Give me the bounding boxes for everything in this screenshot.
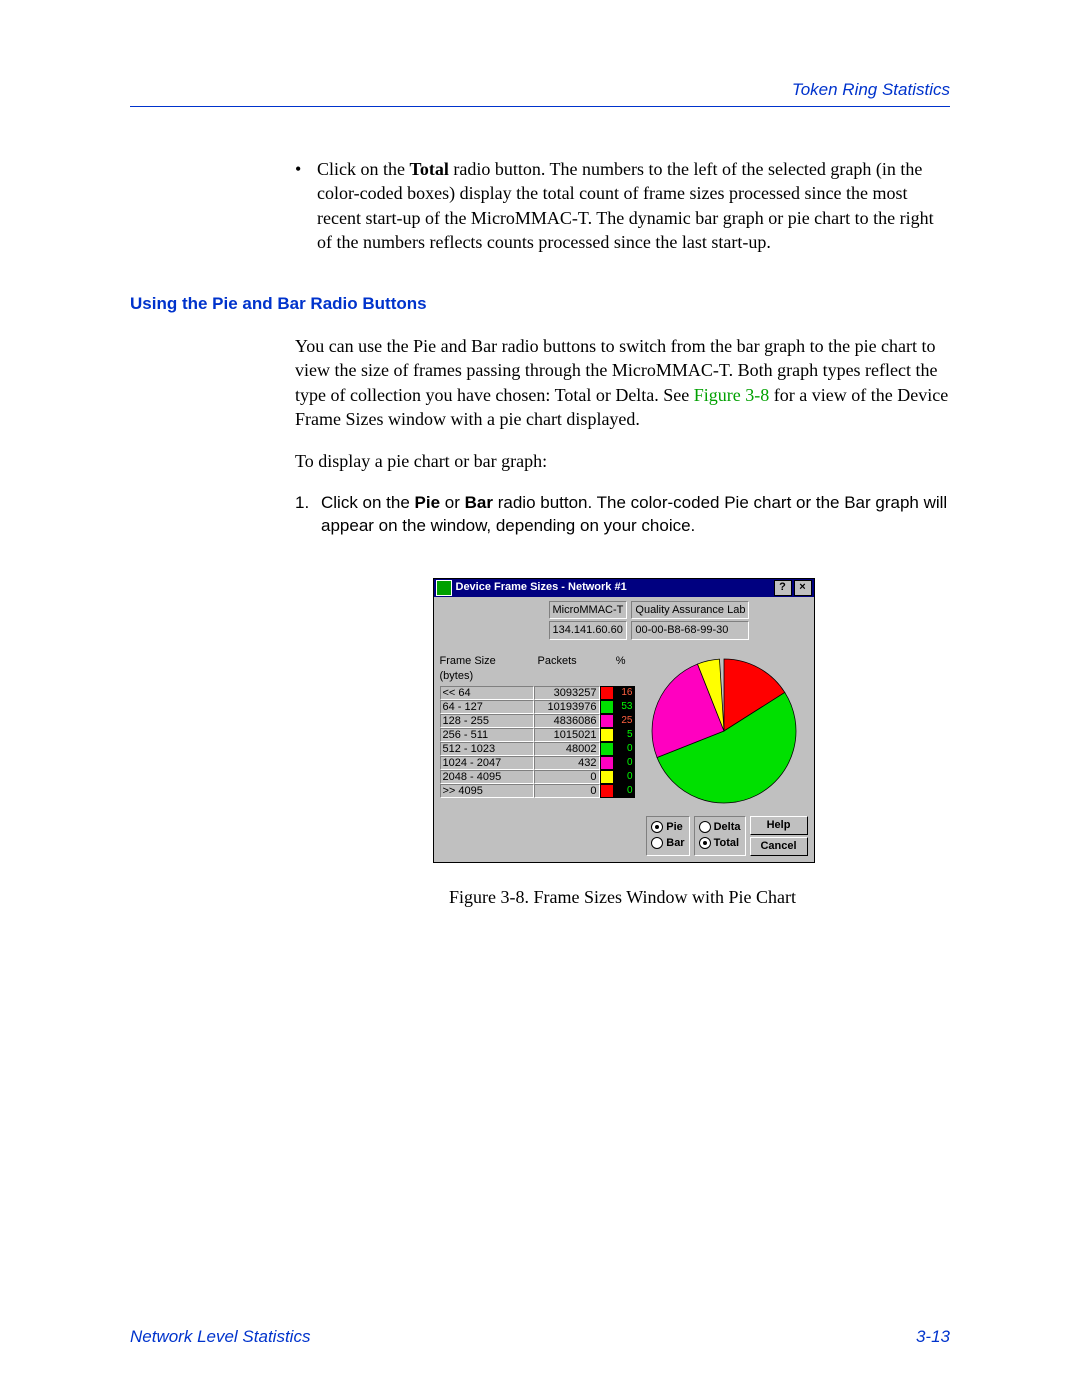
footer-right: 3-13	[916, 1327, 950, 1347]
color-swatch	[600, 756, 614, 770]
chart-type-group: Pie Bar	[646, 816, 689, 856]
paragraph: To display a pie chart or bar graph:	[295, 449, 950, 473]
table-row: 128 - 2554836086 25	[440, 714, 635, 728]
table-row: 2048 - 409500	[440, 770, 635, 784]
cell-percent: 16	[614, 686, 635, 700]
color-swatch	[600, 700, 614, 714]
bold: Bar	[465, 493, 493, 512]
col-header: %	[608, 654, 626, 684]
color-swatch	[600, 728, 614, 742]
page-header-section: Token Ring Statistics	[130, 80, 950, 100]
color-swatch	[600, 770, 614, 784]
paragraph: You can use the Pie and Bar radio button…	[295, 334, 950, 431]
table-row: << 643093257 16	[440, 686, 635, 700]
cell-size: 128 - 255	[440, 714, 534, 728]
control-row: Pie Bar Delta Total Help Cancel	[434, 812, 814, 862]
pie-chart	[649, 656, 799, 806]
radio-bar[interactable]: Bar	[651, 835, 684, 851]
figure-caption: Figure 3-8. Frame Sizes Window with Pie …	[295, 885, 950, 909]
bold-total: Total	[410, 159, 449, 179]
cell-size: 2048 - 4095	[440, 770, 534, 784]
step-item: 1. Click on the Pie or Bar radio button.…	[295, 492, 950, 538]
color-swatch	[600, 742, 614, 756]
cell-packets: 432	[534, 756, 600, 770]
cell-packets: 0	[534, 784, 600, 798]
device-info-grid: MicroMMAC-T Quality Assurance Lab 134.14…	[549, 601, 749, 641]
radio-pie[interactable]: Pie	[651, 819, 684, 835]
bold: Pie	[415, 493, 441, 512]
cell-size: 256 - 511	[440, 728, 534, 742]
cell-packets: 48002	[534, 742, 600, 756]
step-text: Click on the Pie or Bar radio button. Th…	[321, 492, 950, 538]
col-header: Packets	[538, 654, 598, 684]
help-button[interactable]: Help	[750, 816, 808, 835]
color-swatch	[600, 714, 614, 728]
color-swatch	[600, 686, 614, 700]
device-mac: 00-00-B8-68-99-30	[631, 621, 749, 640]
close-title-button[interactable]: ×	[794, 580, 812, 596]
header-rule	[130, 106, 950, 107]
figure-ref-link[interactable]: Figure 3-8	[694, 385, 770, 405]
system-menu-icon[interactable]	[436, 580, 452, 596]
step-number: 1.	[295, 492, 321, 538]
cell-packets: 10193976	[534, 700, 600, 714]
table-row: 1024 - 2047432 0	[440, 756, 635, 770]
frame-size-table: Frame Size (bytes) Packets % << 64309325…	[440, 654, 635, 806]
cell-percent: 53	[614, 700, 635, 714]
cell-size: 64 - 127	[440, 700, 534, 714]
bullet-marker: •	[295, 157, 317, 254]
cell-size: >> 4095	[440, 784, 534, 798]
cell-size: 512 - 1023	[440, 742, 534, 756]
device-name: MicroMMAC-T	[549, 601, 628, 620]
bullet-item: • Click on the Total radio button. The n…	[295, 157, 950, 254]
dialog-window: Device Frame Sizes - Network #1 ? × Micr…	[433, 578, 815, 863]
cell-percent: 0	[614, 742, 635, 756]
table-header: Frame Size (bytes) Packets %	[440, 654, 635, 684]
text: or	[440, 493, 465, 512]
cell-percent: 0	[614, 770, 635, 784]
help-title-button[interactable]: ?	[774, 580, 792, 596]
cell-percent: 0	[614, 756, 635, 770]
figure-screenshot: Device Frame Sizes - Network #1 ? × Micr…	[433, 578, 813, 863]
cell-packets: 3093257	[534, 686, 600, 700]
cell-percent: 0	[614, 784, 635, 798]
color-swatch	[600, 784, 614, 798]
footer-left: Network Level Statistics	[130, 1327, 310, 1347]
cancel-button[interactable]: Cancel	[750, 837, 808, 856]
table-row: >> 409500	[440, 784, 635, 798]
table-row: 512 - 102348002 0	[440, 742, 635, 756]
titlebar[interactable]: Device Frame Sizes - Network #1 ? ×	[434, 579, 814, 597]
cell-size: 1024 - 2047	[440, 756, 534, 770]
table-row: 64 - 12710193976 53	[440, 700, 635, 714]
cell-packets: 1015021	[534, 728, 600, 742]
label: Pie	[666, 820, 683, 835]
window-title: Device Frame Sizes - Network #1	[456, 580, 627, 595]
cell-percent: 25	[614, 714, 635, 728]
col-header: Frame Size (bytes)	[440, 654, 528, 684]
text: Click on the	[317, 159, 410, 179]
cell-size: << 64	[440, 686, 534, 700]
label: Bar	[666, 836, 684, 851]
table-row: 256 - 5111015021 5	[440, 728, 635, 742]
bullet-text: Click on the Total radio button. The num…	[317, 157, 950, 254]
radio-total[interactable]: Total	[699, 835, 741, 851]
cell-packets: 0	[534, 770, 600, 784]
cell-percent: 5	[614, 728, 635, 742]
text: Click on the	[321, 493, 415, 512]
device-location: Quality Assurance Lab	[631, 601, 749, 620]
device-ip: 134.141.60.60	[549, 621, 628, 640]
subheading: Using the Pie and Bar Radio Buttons	[130, 294, 950, 314]
collection-type-group: Delta Total	[694, 816, 746, 856]
label: Delta	[714, 820, 741, 835]
radio-delta[interactable]: Delta	[699, 819, 741, 835]
label: Total	[714, 836, 739, 851]
cell-packets: 4836086	[534, 714, 600, 728]
